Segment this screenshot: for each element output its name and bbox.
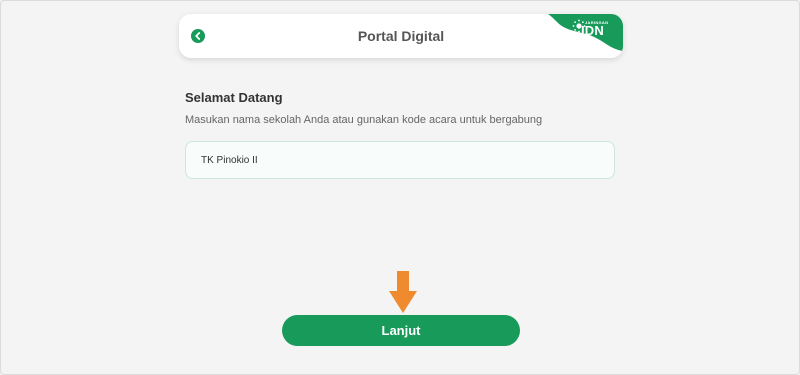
app-frame: Portal Digital JARINGAN IDN Selamat Data… (0, 0, 800, 375)
arrow-down-icon (389, 271, 417, 313)
welcome-subtitle: Masukan nama sekolah Anda atau gunakan k… (185, 114, 543, 126)
next-button[interactable]: Lanjut (282, 315, 520, 346)
header-card: Portal Digital JARINGAN IDN (179, 14, 623, 58)
brand-logo: JARINGAN IDN (548, 14, 623, 58)
school-name-input[interactable] (185, 141, 615, 179)
brand-name: IDN (581, 23, 604, 38)
welcome-heading: Selamat Datang (185, 90, 283, 105)
